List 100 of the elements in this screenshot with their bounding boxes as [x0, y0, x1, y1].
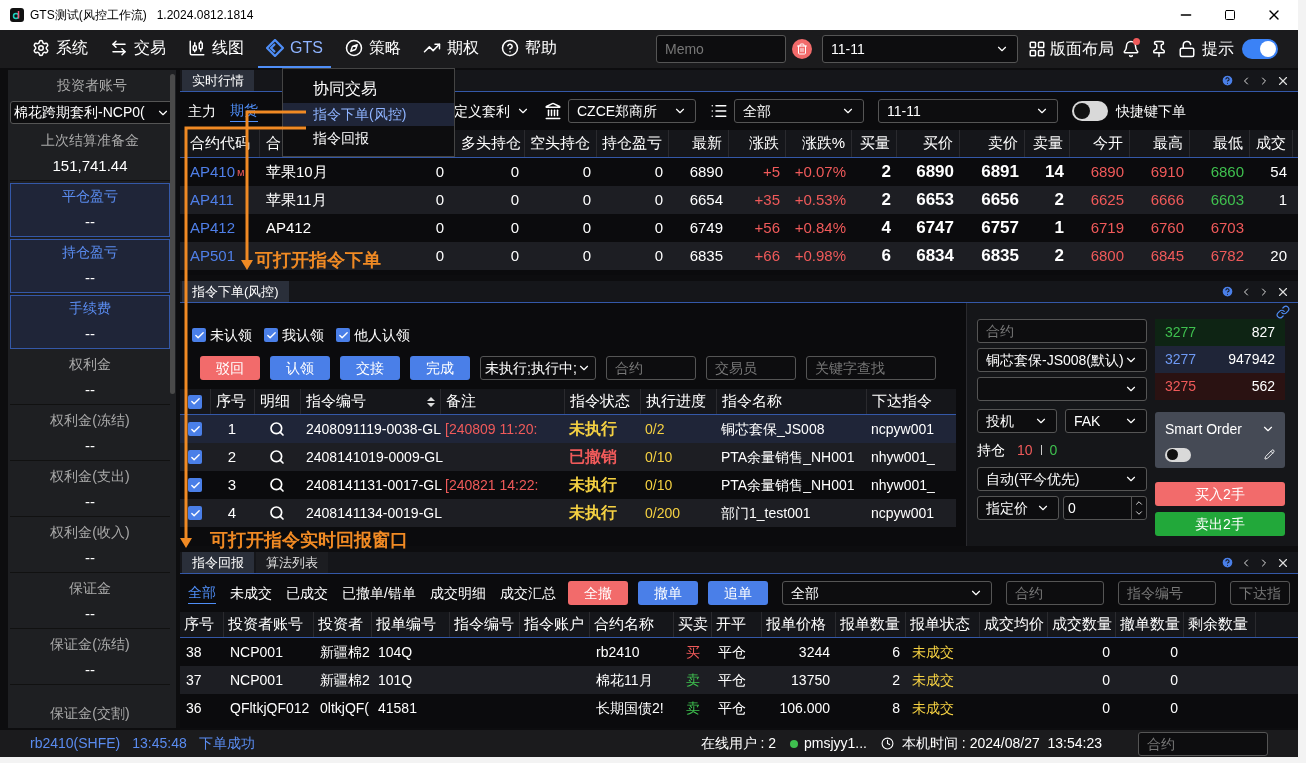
column-header[interactable]: 报单编号 [376, 613, 436, 636]
column-header[interactable]: 成交均价 [984, 613, 1044, 636]
column-header[interactable]: 报单价格 [766, 613, 826, 636]
column-header[interactable]: 买量 [860, 132, 890, 155]
help-icon[interactable] [1221, 285, 1234, 298]
issuer-field[interactable]: 下达指 [1230, 581, 1290, 605]
column-header[interactable]: 投资者 [318, 613, 363, 636]
column-header[interactable]: 备注 [446, 390, 476, 413]
account-dropdown[interactable]: 铜芯套保-JS008(默认) [977, 348, 1147, 372]
search-icon[interactable] [269, 505, 285, 521]
filter-tab[interactable]: 已成交 [286, 582, 328, 604]
panel-tab[interactable]: 指令回报 [182, 552, 254, 573]
checkbox[interactable] [188, 422, 202, 436]
panel-tab[interactable]: 实时行情 [182, 70, 254, 91]
menu-item[interactable]: 策略 [336, 30, 409, 68]
layout-label[interactable]: 版面布局 [1050, 37, 1114, 61]
filter-tab[interactable]: 全部 [188, 582, 216, 604]
category-dropdown[interactable]: 全部 [734, 99, 864, 123]
column-header[interactable]: 指令编号 [454, 613, 514, 636]
column-header[interactable]: 合约名称 [594, 613, 654, 636]
action-button[interactable]: 撤单 [637, 581, 698, 605]
column-header[interactable]: 指令账户 [524, 613, 584, 636]
pin-icon[interactable] [1150, 40, 1168, 58]
decrement-icon[interactable] [1134, 508, 1144, 518]
menu-item[interactable]: 帮助 [492, 30, 565, 68]
contract-search-field[interactable]: 合约 [1138, 731, 1268, 756]
exchange-dropdown[interactable]: CZCE郑商所 [568, 99, 696, 123]
custom-spread-label[interactable]: 定义套利 [454, 100, 510, 122]
instruction-row[interactable]: 1 2408091119-0038-GL [240809 11:20: 未执行 0/2 铜芯套保_JS008 ncpyw001 [180, 415, 956, 443]
help-icon[interactable] [1221, 74, 1234, 87]
checkbox[interactable] [264, 328, 278, 342]
link-icon[interactable] [1276, 305, 1290, 319]
smart-order-label[interactable]: Smart Order [1165, 418, 1242, 440]
checkbox[interactable] [188, 506, 202, 520]
menu-option[interactable]: 协同交易 [283, 75, 454, 103]
menu-option[interactable]: 指令下单(风控) [283, 102, 454, 127]
column-header[interactable]: 指令名称 [722, 390, 782, 413]
maximize-icon[interactable] [1224, 9, 1236, 21]
column-header[interactable]: 指令状态 [570, 390, 630, 413]
keyword-field[interactable]: 关键字查找 [806, 356, 936, 380]
edit-icon[interactable] [1264, 449, 1275, 460]
column-header[interactable]: 下达指令 [872, 390, 932, 413]
price-field[interactable]: 0 [1063, 496, 1147, 520]
column-header[interactable]: 执行进度 [646, 390, 706, 413]
filter-tab[interactable]: 主力 [188, 100, 216, 122]
column-header[interactable]: 开平 [716, 613, 746, 636]
contract-field[interactable]: 合约 [606, 356, 696, 380]
filter-tab[interactable]: 成交明细 [429, 582, 486, 604]
column-header[interactable]: 买价 [923, 132, 953, 155]
increment-icon[interactable] [1134, 498, 1144, 508]
unlock-icon[interactable] [1178, 40, 1196, 58]
column-header[interactable]: 合 [266, 132, 281, 155]
delete-button[interactable] [792, 39, 812, 59]
layout-icon[interactable] [1028, 40, 1046, 58]
menu-item[interactable]: 期权 [414, 30, 487, 68]
period-dropdown[interactable]: 11-11 [878, 99, 1058, 123]
checkbox[interactable] [188, 450, 202, 464]
menu-item[interactable]: 系统 [24, 30, 96, 68]
menu-item[interactable]: 交易 [102, 30, 174, 68]
dropdown[interactable] [977, 377, 1147, 401]
column-header[interactable]: 涨跌% [801, 132, 845, 155]
column-header[interactable]: 指令编号 [306, 390, 366, 413]
checkbox[interactable] [192, 328, 206, 342]
menu-item[interactable]: 线图 [180, 30, 252, 68]
column-header[interactable]: 买卖 [678, 613, 708, 636]
column-header[interactable]: 多头持仓 [461, 132, 521, 155]
action-button[interactable]: 认领 [270, 356, 330, 380]
action-button[interactable]: 完成 [410, 356, 470, 380]
column-header[interactable]: 报单状态 [910, 613, 970, 636]
column-header[interactable]: 今开 [1093, 132, 1123, 155]
column-header[interactable]: 卖量 [1033, 132, 1063, 155]
column-header[interactable]: 卖价 [988, 132, 1018, 155]
instruction-row[interactable]: 4 2408141134-0019-GL 未执行 0/200 部门1_test001 ncpyw001 [180, 499, 956, 527]
menu-option[interactable]: 指令回报 [283, 126, 454, 150]
checkbox[interactable] [188, 478, 202, 492]
panel-tab[interactable]: 指令下单(风控) [182, 281, 289, 302]
instruction-row[interactable]: 2 2408141019-0009-GL 已撤销 0/10 PTA余量销售_NH001 nhyw001_ [180, 443, 956, 471]
search-icon[interactable] [269, 449, 285, 465]
period-dropdown[interactable]: 11-11 [822, 35, 1018, 63]
column-header[interactable]: 持仓盈亏 [602, 132, 662, 155]
column-header[interactable]: 最新 [692, 132, 722, 155]
column-header[interactable]: 序号 [216, 390, 246, 413]
panel-tab[interactable]: 算法列表 [256, 552, 328, 573]
column-header[interactable]: 剩余数量 [1188, 613, 1248, 636]
contract-field[interactable]: 合约 [977, 319, 1147, 343]
offset-dropdown[interactable]: 自动(平今优先) [977, 467, 1147, 491]
help-icon[interactable] [1221, 556, 1234, 569]
action-button[interactable]: 追单 [707, 581, 768, 605]
toggle-switch[interactable] [1242, 39, 1278, 59]
hedge-dropdown[interactable]: 投机 [977, 409, 1057, 433]
filter-tab[interactable]: 已撤单/错单 [342, 582, 416, 604]
column-header[interactable]: 空头持仓 [530, 132, 590, 155]
column-header[interactable]: 序号 [184, 613, 214, 636]
scope-dropdown[interactable]: 全部 [781, 581, 992, 605]
instruction-field[interactable]: 指令编号 [1118, 581, 1216, 605]
column-header[interactable]: 投资者账号 [228, 613, 303, 636]
status-dropdown[interactable]: 未执行;执行中; [480, 356, 596, 380]
order-type-dropdown[interactable]: FAK [1065, 409, 1147, 433]
filter-tab[interactable]: 成交汇总 [499, 582, 556, 604]
toggle-switch[interactable] [1165, 447, 1191, 462]
